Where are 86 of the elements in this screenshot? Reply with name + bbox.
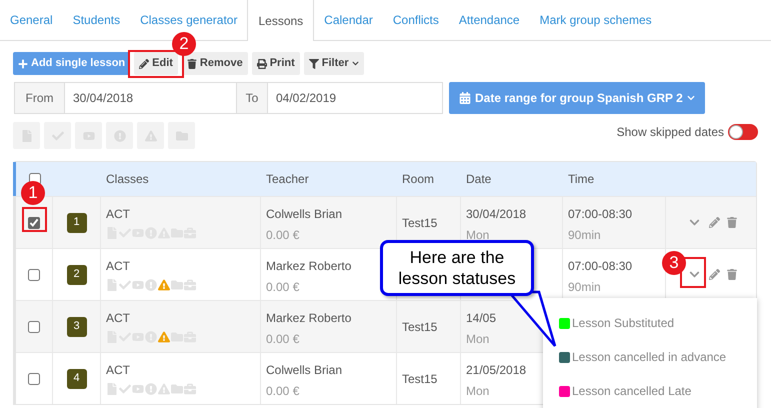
- row-checkbox[interactable]: [28, 320, 40, 332]
- chevron-down-icon: [689, 269, 700, 280]
- room-name: Test15: [402, 214, 438, 232]
- plus-icon: [18, 58, 28, 68]
- teacher-name: Markez Roberto: [266, 258, 352, 275]
- teacher-name: Markez Roberto: [266, 310, 352, 327]
- status-menu-item[interactable]: Lesson cancelled in advance: [559, 348, 726, 366]
- trash-icon: [186, 58, 197, 68]
- class-name: ACT: [106, 258, 130, 275]
- file-icon: [106, 383, 118, 395]
- tab[interactable]: Calendar: [314, 0, 383, 40]
- highlight-frame: [22, 207, 47, 232]
- briefcase-icon: [184, 279, 196, 291]
- tab[interactable]: Attendance: [448, 0, 530, 40]
- edit-icon[interactable]: [708, 269, 720, 280]
- status-menu-item[interactable]: Lesson cancelled Late: [559, 382, 692, 400]
- check-icon: [119, 383, 131, 395]
- lesson-time: 07:00-08:30: [568, 258, 632, 275]
- to-label: To: [237, 82, 268, 114]
- folder-icon: [171, 383, 183, 395]
- briefcase-icon: [184, 383, 196, 395]
- column-header: Classes: [105, 171, 150, 188]
- column-header: Room: [401, 171, 436, 188]
- to-date-field[interactable]: 04/02/2019: [268, 82, 443, 114]
- calendar-icon: [459, 92, 471, 104]
- select-all-checkbox[interactable]: [28, 173, 40, 185]
- chevron-down-icon: [689, 217, 700, 228]
- lesson-price: 0.00 €: [266, 279, 300, 296]
- toolbar-button[interactable]: Edit: [134, 52, 178, 75]
- folder-icon: [171, 279, 183, 291]
- class-name: ACT: [106, 310, 130, 327]
- folder-icon: [171, 331, 183, 343]
- lesson-duration: 90min: [568, 227, 601, 244]
- caret-icon: [686, 94, 695, 102]
- toggle-switch[interactable]: [728, 124, 758, 140]
- lesson-number: 4: [66, 368, 86, 388]
- toolbar-button[interactable]: Filter: [304, 52, 364, 75]
- lesson-day: Mon: [466, 330, 490, 348]
- delete-icon[interactable]: [726, 269, 736, 280]
- from-label: From: [14, 82, 65, 114]
- lesson-number: 2: [66, 264, 86, 284]
- toggle-label: Show skipped dates: [616, 124, 724, 141]
- tab[interactable]: Students: [62, 0, 130, 40]
- lesson-day: Mon: [466, 382, 490, 400]
- toolbar-button[interactable]: Add single lesson: [13, 52, 130, 75]
- play-icon: [132, 279, 144, 291]
- class-name: ACT: [106, 362, 130, 379]
- pencil-icon: [139, 58, 150, 68]
- status-menu-item[interactable]: Lesson Substituted: [559, 314, 674, 332]
- teacher-name: Colwells Brian: [266, 206, 342, 223]
- caret-icon: [352, 60, 359, 67]
- tab[interactable]: Conflicts: [382, 0, 449, 40]
- tab[interactable]: Lessons: [247, 0, 314, 41]
- lesson-price: 0.00 €: [266, 331, 300, 348]
- column-header: Teacher: [265, 171, 310, 188]
- row-checkbox[interactable]: [28, 268, 40, 280]
- room-name: Test15: [402, 370, 438, 388]
- column-header: Time: [567, 171, 596, 188]
- date-range-button[interactable]: Date range for group Spanish GRP 2: [449, 82, 705, 114]
- tab[interactable]: Mark group schemes: [530, 0, 662, 40]
- lesson-price: 0.00 €: [266, 227, 300, 244]
- lesson-number: 3: [66, 316, 86, 336]
- lesson-time: 07:00-08:30: [568, 206, 632, 223]
- play-icon: [132, 383, 144, 395]
- column-header: Date: [465, 171, 492, 188]
- row-checkbox[interactable]: [28, 372, 40, 384]
- lesson-date: 30/04/2018: [466, 206, 526, 223]
- toolbar-button[interactable]: Print: [252, 52, 300, 75]
- file-icon: [106, 279, 118, 291]
- printer-icon: [256, 58, 267, 68]
- from-date-field[interactable]: 30/04/2018: [65, 82, 237, 114]
- lesson-duration: 90min: [568, 279, 601, 296]
- tab[interactable]: General: [0, 0, 63, 40]
- lesson-date: 14/05: [466, 310, 496, 327]
- filter-icon: [308, 58, 319, 68]
- lesson-number: 1: [66, 212, 86, 232]
- lesson-price: 0.00 €: [266, 383, 300, 400]
- lesson-date: 21/05/2018: [466, 362, 526, 379]
- delete-icon[interactable]: [726, 217, 736, 228]
- teacher-name: Colwells Brian: [266, 362, 342, 379]
- room-name: Test15: [402, 318, 438, 336]
- class-name: ACT: [106, 206, 130, 223]
- check-icon: [119, 279, 131, 291]
- edit-icon[interactable]: [708, 217, 720, 228]
- row-checkbox[interactable]: [28, 216, 40, 228]
- toolbar-button[interactable]: Remove: [182, 52, 248, 75]
